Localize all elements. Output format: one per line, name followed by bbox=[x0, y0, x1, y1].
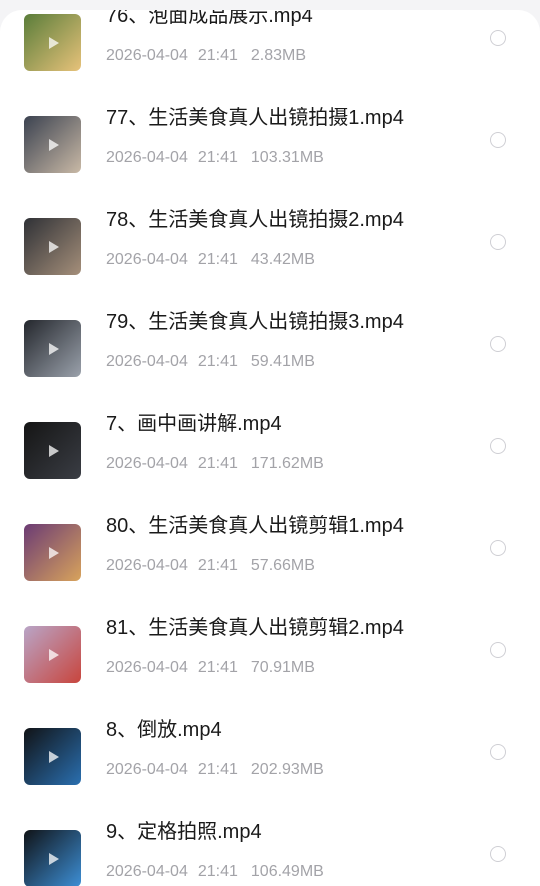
play-icon bbox=[48, 648, 59, 661]
file-date: 2026-04-04 bbox=[106, 761, 188, 778]
file-name[interactable]: 79、生活美食真人出镜拍摄3.mp4 bbox=[106, 308, 476, 336]
file-name[interactable]: 7、画中画讲解.mp4 bbox=[106, 410, 476, 438]
file-time: 21:41 bbox=[197, 863, 238, 880]
file-row[interactable]: 76、泡面成品展示.mp4 2026-04-04 21:41 2.83MB bbox=[0, 10, 540, 102]
file-meta: 2026-04-04 21:41 70.91MB bbox=[106, 657, 315, 679]
video-thumbnail-icon[interactable] bbox=[24, 524, 81, 581]
file-name[interactable]: 9、定格拍照.mp4 bbox=[106, 818, 476, 846]
file-time: 21:41 bbox=[197, 455, 238, 472]
play-icon bbox=[48, 36, 59, 49]
file-time: 21:41 bbox=[197, 353, 238, 370]
select-radio[interactable] bbox=[490, 336, 506, 352]
file-meta: 2026-04-04 21:41 59.41MB bbox=[106, 351, 315, 373]
video-thumbnail-icon[interactable] bbox=[24, 116, 81, 173]
file-size: 70.91MB bbox=[250, 659, 315, 676]
file-size: 59.41MB bbox=[250, 353, 315, 370]
file-row[interactable]: 81、生活美食真人出镜剪辑2.mp4 2026-04-04 21:41 70.91MB bbox=[0, 612, 540, 714]
select-radio[interactable] bbox=[490, 846, 506, 862]
video-thumbnail-icon[interactable] bbox=[24, 422, 81, 479]
file-date: 2026-04-04 bbox=[106, 863, 188, 880]
file-time: 21:41 bbox=[197, 659, 238, 676]
file-size: 43.42MB bbox=[250, 251, 315, 268]
file-date: 2026-04-04 bbox=[106, 557, 188, 574]
file-name[interactable]: 76、泡面成品展示.mp4 bbox=[106, 10, 476, 30]
select-radio[interactable] bbox=[490, 540, 506, 556]
play-icon bbox=[48, 138, 59, 151]
file-list: 76、泡面成品展示.mp4 2026-04-04 21:41 2.83MB 77、生活美… bbox=[0, 10, 540, 886]
file-meta: 2026-04-04 21:41 106.49MB bbox=[106, 861, 324, 883]
file-name[interactable]: 78、生活美食真人出镜拍摄2.mp4 bbox=[106, 206, 476, 234]
play-icon bbox=[48, 240, 59, 253]
select-radio[interactable] bbox=[490, 234, 506, 250]
file-size: 106.49MB bbox=[250, 863, 324, 880]
play-icon bbox=[48, 546, 59, 559]
file-date: 2026-04-04 bbox=[106, 251, 188, 268]
play-icon bbox=[48, 750, 59, 763]
file-date: 2026-04-04 bbox=[106, 47, 188, 64]
select-radio[interactable] bbox=[490, 642, 506, 658]
file-date: 2026-04-04 bbox=[106, 149, 188, 166]
file-meta: 2026-04-04 21:41 171.62MB bbox=[106, 453, 324, 475]
file-row[interactable]: 8、倒放.mp4 2026-04-04 21:41 202.93MB bbox=[0, 714, 540, 816]
file-time: 21:41 bbox=[197, 557, 238, 574]
file-meta: 2026-04-04 21:41 103.31MB bbox=[106, 147, 324, 169]
file-meta: 2026-04-04 21:41 2.83MB bbox=[106, 45, 306, 67]
play-icon bbox=[48, 342, 59, 355]
file-meta: 2026-04-04 21:41 202.93MB bbox=[106, 759, 324, 781]
file-time: 21:41 bbox=[197, 47, 238, 64]
file-time: 21:41 bbox=[197, 149, 238, 166]
file-size: 57.66MB bbox=[250, 557, 315, 574]
video-thumbnail-icon[interactable] bbox=[24, 728, 81, 785]
file-row[interactable]: 80、生活美食真人出镜剪辑1.mp4 2026-04-04 21:41 57.66MB bbox=[0, 510, 540, 612]
file-time: 21:41 bbox=[197, 761, 238, 778]
video-thumbnail-icon[interactable] bbox=[24, 626, 81, 683]
video-thumbnail-icon[interactable] bbox=[24, 14, 81, 71]
file-row[interactable]: 77、生活美食真人出镜拍摄1.mp4 2026-04-04 21:41 103.31M… bbox=[0, 102, 540, 204]
play-icon bbox=[48, 852, 59, 865]
file-name[interactable]: 77、生活美食真人出镜拍摄1.mp4 bbox=[106, 104, 476, 132]
file-time: 21:41 bbox=[197, 251, 238, 268]
file-meta: 2026-04-04 21:41 43.42MB bbox=[106, 249, 315, 271]
file-row[interactable]: 79、生活美食真人出镜拍摄3.mp4 2026-04-04 21:41 59.41MB bbox=[0, 306, 540, 408]
select-radio[interactable] bbox=[490, 744, 506, 760]
file-list-panel: 76、泡面成品展示.mp4 2026-04-04 21:41 2.83MB 77、生活美… bbox=[0, 10, 540, 886]
video-thumbnail-icon[interactable] bbox=[24, 830, 81, 886]
video-thumbnail-icon[interactable] bbox=[24, 320, 81, 377]
file-size: 171.62MB bbox=[250, 455, 324, 472]
file-date: 2026-04-04 bbox=[106, 659, 188, 676]
play-icon bbox=[48, 444, 59, 457]
file-meta: 2026-04-04 21:41 57.66MB bbox=[106, 555, 315, 577]
file-row[interactable]: 78、生活美食真人出镜拍摄2.mp4 2026-04-04 21:41 43.42MB bbox=[0, 204, 540, 306]
video-thumbnail-icon[interactable] bbox=[24, 218, 81, 275]
file-name[interactable]: 80、生活美食真人出镜剪辑1.mp4 bbox=[106, 512, 476, 540]
file-row[interactable]: 7、画中画讲解.mp4 2026-04-04 21:41 171.62MB bbox=[0, 408, 540, 510]
file-date: 2026-04-04 bbox=[106, 353, 188, 370]
select-radio[interactable] bbox=[490, 132, 506, 148]
file-size: 2.83MB bbox=[250, 47, 307, 64]
file-date: 2026-04-04 bbox=[106, 455, 188, 472]
file-name[interactable]: 81、生活美食真人出镜剪辑2.mp4 bbox=[106, 614, 476, 642]
select-radio[interactable] bbox=[490, 30, 506, 46]
file-name[interactable]: 8、倒放.mp4 bbox=[106, 716, 476, 744]
file-size: 202.93MB bbox=[250, 761, 324, 778]
file-row[interactable]: 9、定格拍照.mp4 2026-04-04 21:41 106.49MB bbox=[0, 816, 540, 886]
file-size: 103.31MB bbox=[250, 149, 324, 166]
select-radio[interactable] bbox=[490, 438, 506, 454]
